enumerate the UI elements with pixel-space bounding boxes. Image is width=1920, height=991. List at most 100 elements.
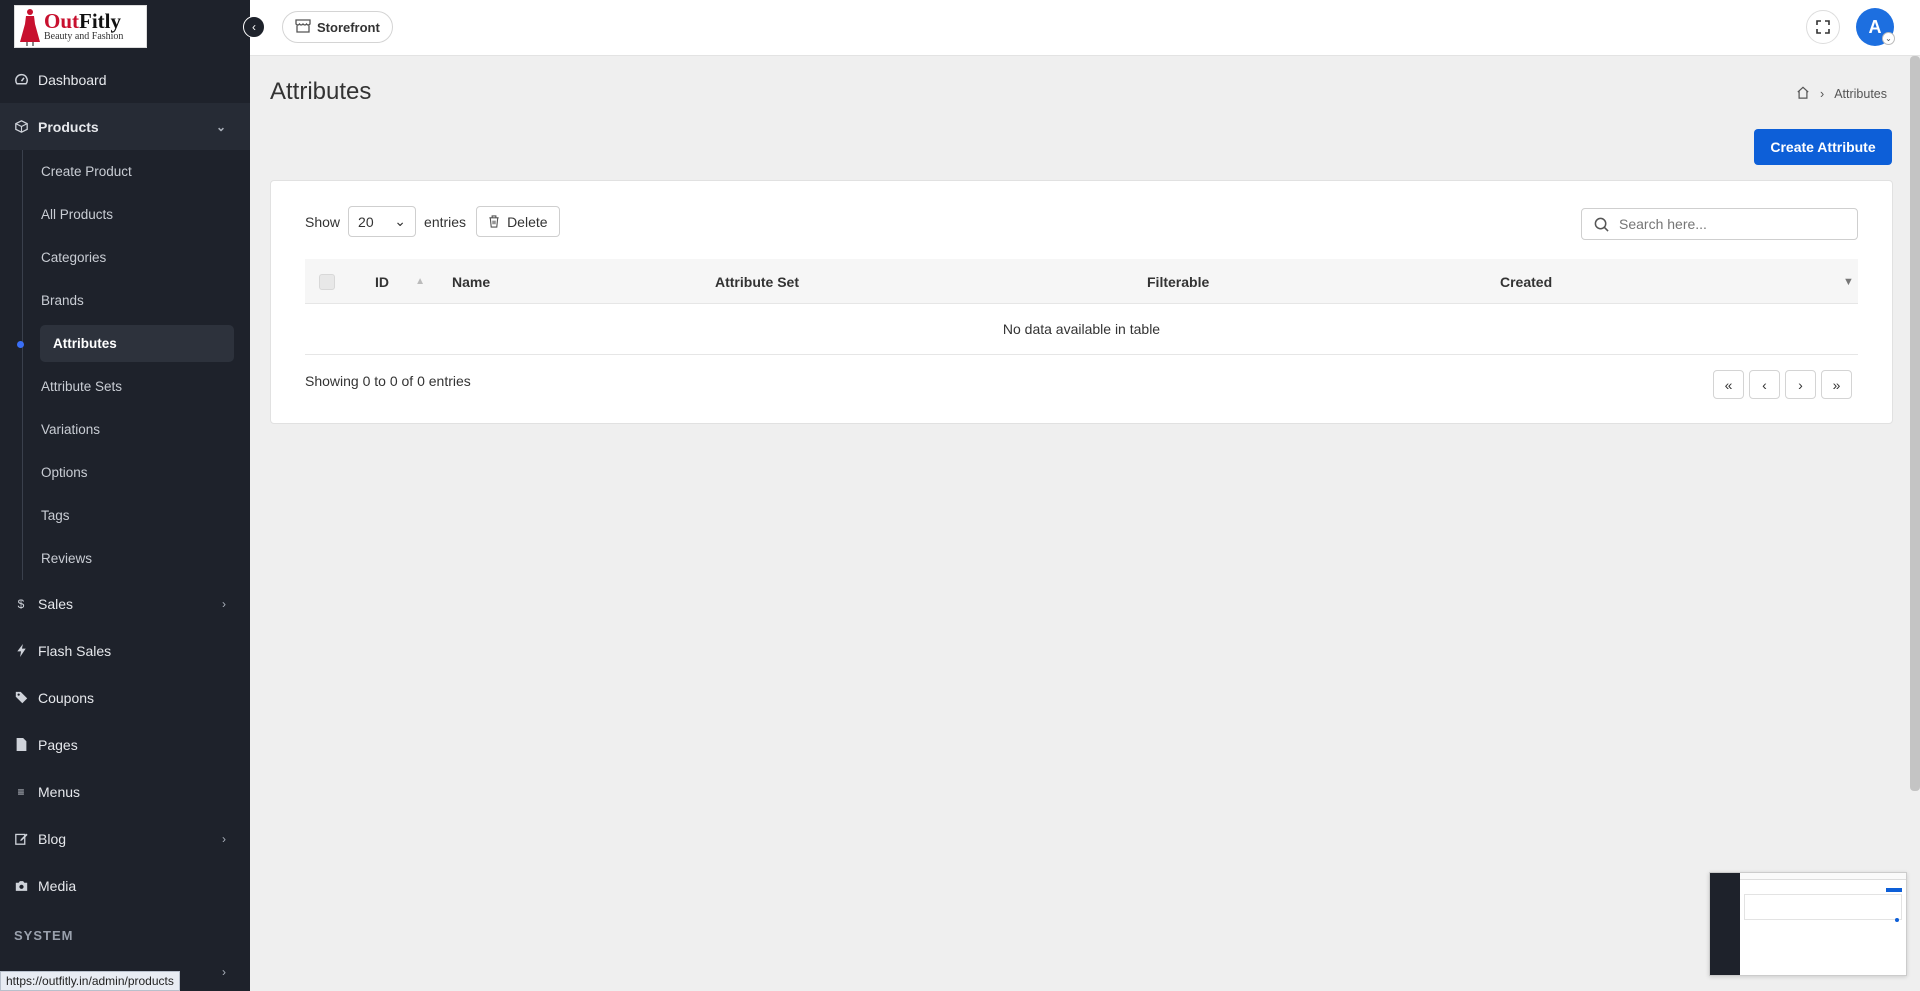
sort-descending-icon[interactable]: ▼ <box>1843 259 1854 304</box>
status-url-tooltip: https://outfitly.in/admin/products <box>0 971 180 991</box>
sidebar-item-pages[interactable]: Pages <box>0 721 250 768</box>
sidebar-subitem-attribute-sets[interactable]: Attribute Sets <box>0 365 250 408</box>
brand-name: OutFitly <box>44 8 123 33</box>
edit-icon <box>14 832 28 846</box>
search-icon <box>1594 217 1609 232</box>
storefront-button[interactable]: Storefront <box>282 11 393 43</box>
pagination-last-button[interactable]: » <box>1821 370 1852 399</box>
table-info: Showing 0 to 0 of 0 entries <box>305 373 471 389</box>
minimap-sidebar <box>1710 873 1740 975</box>
topbar: Storefront A ⌄ <box>250 0 1920 56</box>
sidebar-subitem-all-products[interactable]: All Products <box>0 193 250 236</box>
pagination-first-button[interactable]: « <box>1713 370 1744 399</box>
sidebar-item-coupons[interactable]: Coupons <box>0 674 250 721</box>
show-label: Show <box>305 213 341 230</box>
products-submenu: Create Product All Products Categories B… <box>0 150 250 580</box>
home-icon[interactable] <box>1796 86 1810 102</box>
sidebar-item-label: Blog <box>38 830 67 847</box>
column-header-label: Name <box>452 273 491 290</box>
table-header: ID ▲ Name Attribute Set Filterable Creat… <box>305 259 1858 304</box>
select-all-cell <box>319 259 335 304</box>
column-header-label: Attribute Set <box>715 273 799 290</box>
chevron-down-icon[interactable]: ⌄ <box>1882 32 1895 45</box>
sidebar-subitem-label: Tags <box>41 508 70 523</box>
tags-icon <box>14 691 28 705</box>
brand-name-red: Out <box>44 8 80 33</box>
bolt-icon <box>14 644 28 658</box>
trash-icon <box>489 215 499 228</box>
column-header-attribute-set[interactable]: Attribute Set <box>715 259 799 304</box>
sidebar-subitem-tags[interactable]: Tags <box>0 494 250 537</box>
page-scrollbar[interactable] <box>1910 56 1920 791</box>
sidebar-subitem-reviews[interactable]: Reviews <box>0 537 250 580</box>
column-header-created[interactable]: Created <box>1500 259 1552 304</box>
bars-icon: ≡ <box>17 784 25 799</box>
minimap-topbar <box>1740 873 1906 880</box>
sidebar-subitem-label: Create Product <box>41 164 132 179</box>
minimap-dot <box>1895 918 1899 922</box>
delete-button[interactable]: Delete <box>476 206 560 237</box>
column-header-id[interactable]: ID ▲ <box>375 259 425 304</box>
select-all-checkbox[interactable] <box>319 273 335 290</box>
sidebar-item-label: Flash Sales <box>38 642 112 659</box>
sidebar-subitem-label: Categories <box>41 250 107 265</box>
fullscreen-icon <box>1816 20 1830 34</box>
camera-icon <box>14 879 28 893</box>
store-icon <box>295 18 311 36</box>
chevron-down-icon: ⌄ <box>394 213 407 229</box>
sidebar-subitem-label: Brands <box>41 293 84 308</box>
sidebar-subitem-label: Attributes <box>53 336 117 351</box>
sidebar-item-sales[interactable]: $ Sales › <box>0 580 250 627</box>
sidebar-item-media[interactable]: Media <box>0 862 250 909</box>
search-input[interactable] <box>1619 216 1839 232</box>
entries-label: entries <box>424 213 467 230</box>
pagination-prev-button[interactable]: ‹ <box>1749 370 1780 399</box>
table-empty-row: No data available in table <box>305 304 1858 355</box>
chevron-left-icon: ‹ <box>252 20 256 34</box>
column-header-filterable[interactable]: Filterable <box>1147 259 1209 304</box>
pagination-next-button[interactable]: › <box>1785 370 1816 399</box>
page-size-value: 20 <box>358 213 374 230</box>
sidebar-item-flash-sales[interactable]: Flash Sales <box>0 627 250 674</box>
sidebar-subitem-categories[interactable]: Categories <box>0 236 250 279</box>
page-size-select[interactable]: 20 ⌄ <box>348 206 417 237</box>
sidebar-nav: Dashboard Products ⌄ Create Product All … <box>0 56 250 989</box>
sidebar-item-label: Pages <box>38 736 78 753</box>
sidebar-item-label: Dashboard <box>38 71 107 88</box>
chevron-right-icon: › <box>222 831 226 846</box>
sidebar-item-dashboard[interactable]: Dashboard <box>0 56 250 103</box>
sidebar-subitem-label: All Products <box>41 207 114 222</box>
page-minimap[interactable] <box>1709 872 1907 976</box>
sidebar-item-label: Coupons <box>38 689 95 706</box>
sidebar: OutFitly Beauty and Fashion Dashboard Pr… <box>0 0 250 991</box>
sidebar-item-menus[interactable]: ≡ Menus <box>0 768 250 815</box>
attributes-table-card: Show 20 ⌄ entries Delete ID ▲ Name Attri… <box>270 180 1893 424</box>
sidebar-subitem-brands[interactable]: Brands <box>0 279 250 322</box>
sidebar-subitem-attributes[interactable]: Attributes <box>0 322 250 365</box>
column-header-name[interactable]: Name <box>452 259 490 304</box>
sidebar-subitem-variations[interactable]: Variations <box>0 408 250 451</box>
brand-logo[interactable]: OutFitly Beauty and Fashion <box>14 5 147 48</box>
search-box[interactable] <box>1581 208 1858 240</box>
storefront-label: Storefront <box>317 19 380 35</box>
sidebar-collapse-button[interactable]: ‹ <box>243 16 265 38</box>
sidebar-item-label: Menus <box>38 783 81 800</box>
sidebar-section-system: SYSTEM <box>14 927 74 943</box>
sidebar-subitem-options[interactable]: Options <box>0 451 250 494</box>
create-attribute-button[interactable]: Create Attribute <box>1754 129 1892 165</box>
sidebar-item-label: Sales <box>38 595 74 612</box>
minimap-card <box>1744 894 1902 920</box>
sidebar-subitem-label: Options <box>41 465 88 480</box>
breadcrumb-separator-icon: › <box>1820 87 1825 101</box>
dollar-icon: $ <box>17 596 25 611</box>
sidebar-item-products[interactable]: Products ⌄ <box>0 103 250 150</box>
delete-label: Delete <box>507 213 548 230</box>
sidebar-item-blog[interactable]: Blog › <box>0 815 250 862</box>
sidebar-subitem-label: Reviews <box>41 551 93 566</box>
sidebar-subitem-label: Attribute Sets <box>41 379 123 394</box>
pagination: « ‹ › » <box>1713 370 1852 399</box>
brand-tagline: Beauty and Fashion <box>44 30 124 42</box>
fullscreen-button[interactable] <box>1806 10 1840 44</box>
page-size-control: Show 20 ⌄ entries Delete <box>305 206 560 237</box>
sidebar-subitem-create-product[interactable]: Create Product <box>0 150 250 193</box>
